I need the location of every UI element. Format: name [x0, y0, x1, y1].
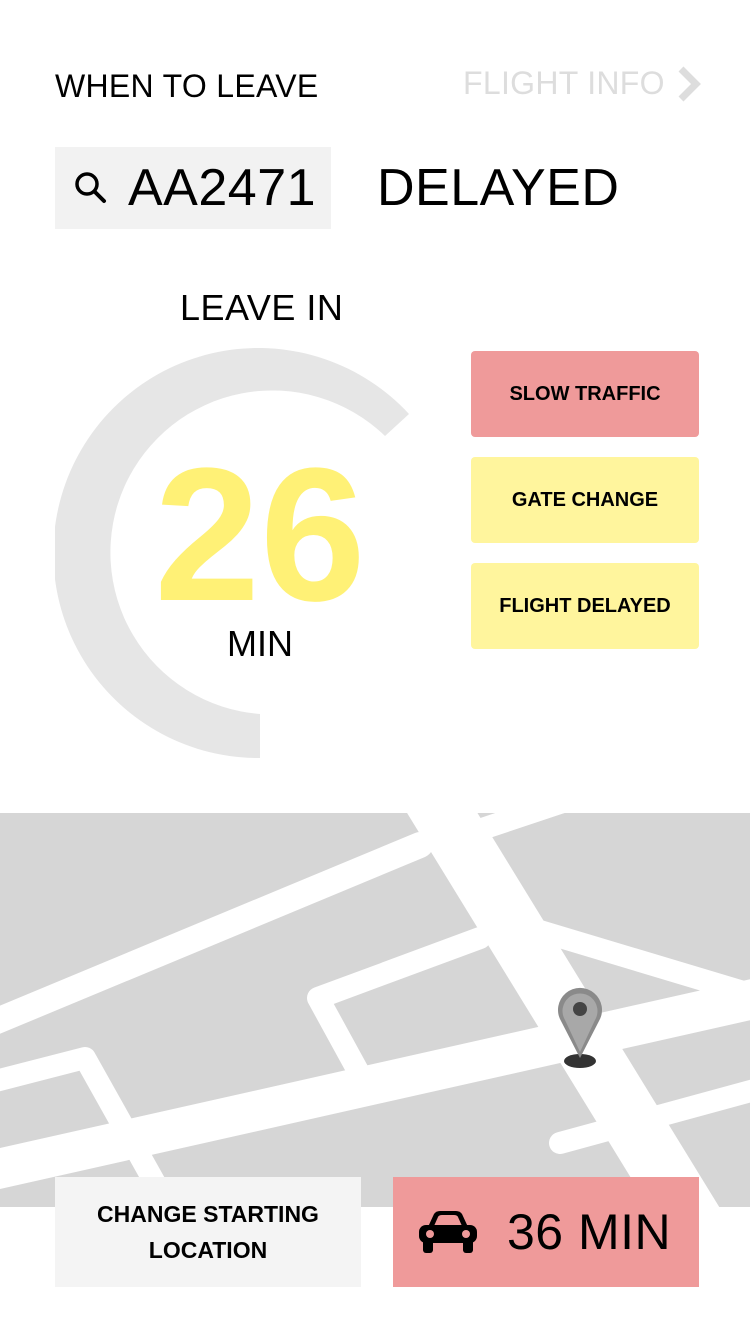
- search-icon: [74, 171, 108, 205]
- flight-status: DELAYED: [377, 159, 620, 217]
- drive-time-label: 36 MIN: [507, 1204, 672, 1260]
- leave-in-label: LEAVE IN: [180, 287, 344, 328]
- change-starting-location-button[interactable]: CHANGE STARTING LOCATION: [55, 1177, 361, 1287]
- route-map[interactable]: [0, 813, 750, 1207]
- leave-minutes-value: 26: [154, 429, 366, 641]
- page-title: WHEN TO LEAVE: [55, 68, 319, 104]
- change-starting-location-label: CHANGE STARTING LOCATION: [97, 1201, 319, 1263]
- drive-time-button[interactable]: 36 MIN: [393, 1177, 699, 1287]
- leave-minutes-unit: MIN: [227, 623, 293, 664]
- alert-slow-traffic[interactable]: SLOW TRAFFIC: [471, 351, 699, 437]
- flight-code-value: AA2471: [128, 159, 317, 217]
- flight-info-label: FLIGHT INFO: [463, 65, 665, 101]
- alert-gate-change[interactable]: GATE CHANGE: [471, 457, 699, 543]
- chevron-right-icon: [678, 66, 701, 101]
- alert-flight-delayed[interactable]: FLIGHT DELAYED: [471, 563, 699, 649]
- flight-search-input[interactable]: AA2471: [55, 147, 331, 229]
- car-icon: [417, 1209, 479, 1255]
- flight-info-link[interactable]: FLIGHT INFO: [463, 65, 701, 102]
